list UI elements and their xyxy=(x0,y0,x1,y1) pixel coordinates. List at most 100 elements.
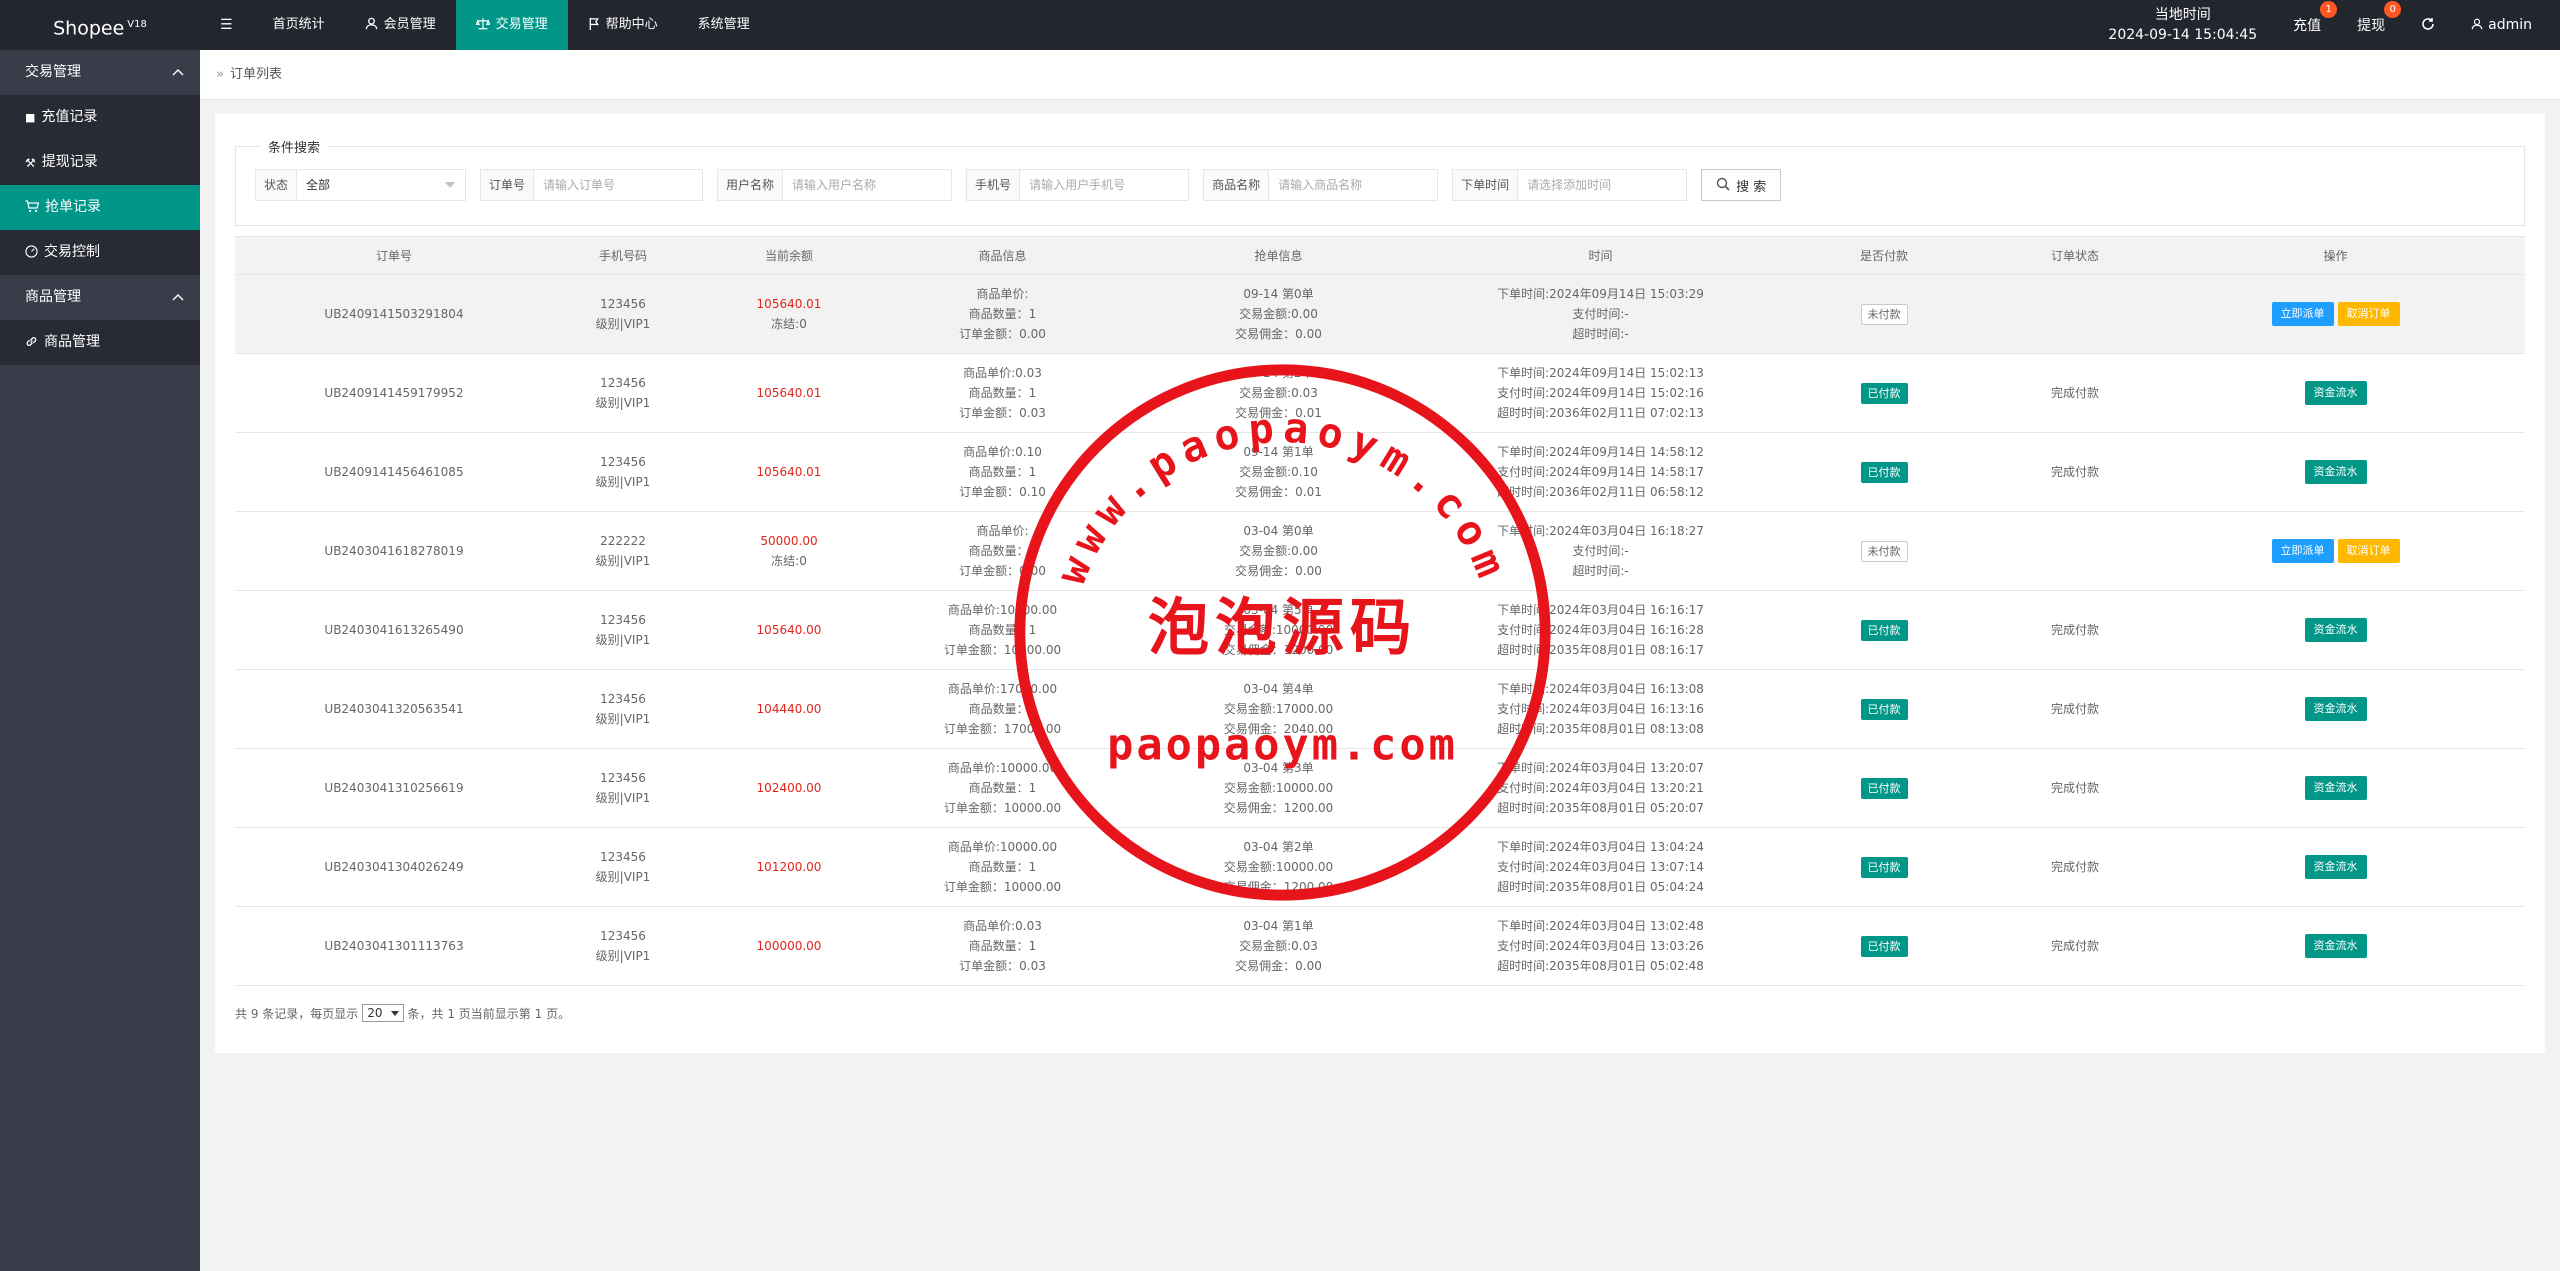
fund-flow-button[interactable]: 资金流水 xyxy=(2304,381,2367,405)
cell-paid: 已付款 xyxy=(1764,353,2004,433)
cell-phone: 123456 xyxy=(600,297,646,311)
sidebar-item-product-management[interactable]: 商品管理 xyxy=(0,320,200,365)
table-body: UB2409141503291804 123456 级别|VIP1 105640.01… xyxy=(235,274,2525,986)
cell-status: 完成付款 xyxy=(2050,781,2099,795)
top-bar: Shopee V18 ☰ 首页统计 会员管理 交易管理 帮助中心 系统管理 当地时… xyxy=(0,0,2560,50)
search-filters: 状态 全部 订单号 请输入订单号 用户名称 请输入用户名称 手机号 请输入用户手… xyxy=(255,169,1782,201)
refresh-button[interactable] xyxy=(2403,0,2453,50)
cell-balance-value: 102400.00 xyxy=(756,781,822,795)
col-actions: 操作 xyxy=(2146,236,2525,275)
cell-g1: 商品单价:10000.00 xyxy=(947,761,1058,775)
fund-flow-button[interactable]: 资金流水 xyxy=(2304,460,2367,484)
phone-filter: 手机号 请输入用户手机号 xyxy=(966,169,1190,201)
cell-q2: 交易金额:0.00 xyxy=(1239,544,1318,558)
sidebar-group-product[interactable]: 商品管理 xyxy=(0,275,200,320)
pay-status-badge: 已付款 xyxy=(1860,935,1908,957)
cell-t3: 超时时间:2036年02月11日 07:02:13 xyxy=(1497,406,1704,420)
time-label: 下单时间 xyxy=(1453,170,1519,200)
user-icon xyxy=(365,17,378,33)
sidebar-item-grab-order-records[interactable]: 抢单记录 xyxy=(0,185,200,230)
cell-q3: 交易佣金：0.01 xyxy=(1235,406,1322,420)
cell-phone: 123456 xyxy=(600,771,646,785)
sidebar-group-trade[interactable]: 交易管理 xyxy=(0,50,200,95)
fund-flow-button[interactable]: 资金流水 xyxy=(2304,934,2367,958)
cancel-order-button[interactable]: 取消订单 xyxy=(2337,539,2400,563)
nav-trade-management[interactable]: 交易管理 xyxy=(455,0,568,50)
hamburger-icon: ☰ xyxy=(220,17,233,33)
cell-q2: 交易金额:0.00 xyxy=(1239,307,1318,321)
cell-order-no: UB2403041320563541 xyxy=(235,669,553,749)
cell-balance-value: 105640.01 xyxy=(756,297,822,311)
cell-balance: 102400.00 xyxy=(693,748,885,828)
recharge-button[interactable]: 充值 1 xyxy=(2275,0,2339,50)
cell-g2: 商品数量：1 xyxy=(968,781,1037,795)
cell-t3: 超时时间:2035年08月01日 05:04:24 xyxy=(1497,880,1704,894)
status-select[interactable]: 全部 xyxy=(297,170,465,200)
user-menu[interactable]: admin xyxy=(2453,0,2560,50)
withdraw-button[interactable]: 提现 0 xyxy=(2339,0,2403,50)
search-legend: 条件搜索 xyxy=(260,137,329,156)
fund-flow-button[interactable]: 资金流水 xyxy=(2304,697,2367,721)
double-chevron-icon: » xyxy=(216,67,224,82)
username-filter: 用户名称 请输入用户名称 xyxy=(717,169,953,201)
cell-g3: 订单金额：17000.00 xyxy=(943,722,1062,736)
sidebar-item-recharge-records[interactable]: ■ 充值记录 xyxy=(0,95,200,140)
username-input[interactable]: 请输入用户名称 xyxy=(783,170,951,200)
product-input[interactable]: 请输入商品名称 xyxy=(1269,170,1437,200)
nav-label: 会员管理 xyxy=(383,17,436,32)
cell-q3: 交易佣金：0.00 xyxy=(1235,564,1322,578)
sidebar-item-withdraw-records[interactable]: ⚒ 提现记录 xyxy=(0,140,200,185)
cell-t1: 下单时间:2024年03月04日 16:13:08 xyxy=(1497,682,1704,696)
brand-logo[interactable]: Shopee V18 xyxy=(0,0,200,50)
cancel-order-button[interactable]: 取消订单 xyxy=(2337,302,2400,326)
cell-q2: 交易金额:0.03 xyxy=(1239,386,1318,400)
cell-g3: 订单金额：10000.00 xyxy=(943,880,1062,894)
sidebar-item-trade-control[interactable]: 交易控制 xyxy=(0,230,200,275)
cell-phone: 123456 级别|VIP1 xyxy=(553,906,693,986)
cart-icon xyxy=(25,199,40,216)
pager-suffix: 条，共 1 页当前显示第 1 页。 xyxy=(407,1006,571,1021)
nav-system-management[interactable]: 系统管理 xyxy=(678,0,770,50)
cell-goods-info: 商品单价: 商品数量：1 订单金额：0.00 xyxy=(885,511,1120,591)
cell-t2: 支付时间:2024年03月04日 13:07:14 xyxy=(1497,860,1704,874)
breadcrumb-current[interactable]: 订单列表 xyxy=(230,67,282,82)
refresh-icon xyxy=(2421,17,2435,34)
fund-flow-button[interactable]: 资金流水 xyxy=(2304,776,2367,800)
cell-balance: 105640.00 xyxy=(693,590,885,670)
per-page-select[interactable]: 20 xyxy=(362,1004,404,1022)
table-row: UB2403041613265490 123456 级别|VIP1 105640.00… xyxy=(235,590,2525,670)
cell-phone: 222222 xyxy=(600,534,646,548)
nav-member-management[interactable]: 会员管理 xyxy=(345,0,456,50)
cell-actions: 资金流水 xyxy=(2146,590,2525,670)
search-button[interactable]: 搜 索 xyxy=(1701,169,1782,201)
pay-status-badge: 已付款 xyxy=(1860,856,1908,878)
cell-g2: 商品数量：1 xyxy=(968,702,1037,716)
cell-phone: 123456 级别|VIP1 xyxy=(553,432,693,512)
cell-order-no: UB2403041304026249 xyxy=(235,827,553,907)
cell-time: 下单时间:2024年09月14日 15:03:29 支付时间:- 超时时间:- xyxy=(1437,274,1764,354)
fund-flow-button[interactable]: 资金流水 xyxy=(2304,618,2367,642)
nav-home-stats[interactable]: 首页统计 xyxy=(253,0,345,50)
time-input[interactable]: 请选择添加时间 xyxy=(1518,170,1686,200)
cell-order-no: UB2409141503291804 xyxy=(235,274,553,354)
menu-toggle-button[interactable]: ☰ xyxy=(200,0,253,50)
col-time: 时间 xyxy=(1437,236,1764,275)
cell-g3: 订单金额：0.03 xyxy=(959,959,1046,973)
order-input[interactable]: 请输入订单号 xyxy=(534,170,702,200)
cell-order-status: 完成付款 xyxy=(2004,353,2146,433)
phone-input[interactable]: 请输入用户手机号 xyxy=(1020,170,1188,200)
cell-time: 下单时间:2024年03月04日 13:20:07 支付时间:2024年03月04… xyxy=(1437,748,1764,828)
pay-status-badge: 已付款 xyxy=(1860,698,1908,720)
dispatch-order-button[interactable]: 立即派单 xyxy=(2271,539,2334,563)
order-filter: 订单号 请输入订单号 xyxy=(480,169,704,201)
cell-phone: 123456 xyxy=(600,376,646,390)
cell-q1: 03-04 第0单 xyxy=(1243,524,1314,538)
cell-time: 下单时间:2024年03月04日 16:16:17 支付时间:2024年03月04… xyxy=(1437,590,1764,670)
cell-goods-info: 商品单价:10000.00 商品数量：1 订单金额：10000.00 xyxy=(885,748,1120,828)
dispatch-order-button[interactable]: 立即派单 xyxy=(2271,302,2334,326)
nav-help-center[interactable]: 帮助中心 xyxy=(568,0,678,50)
search-button-label: 搜 索 xyxy=(1736,179,1767,195)
top-nav: ☰ 首页统计 会员管理 交易管理 帮助中心 系统管理 xyxy=(200,0,770,50)
cell-t3: 超时时间:2035年08月01日 08:16:17 xyxy=(1497,643,1704,657)
fund-flow-button[interactable]: 资金流水 xyxy=(2304,855,2367,879)
